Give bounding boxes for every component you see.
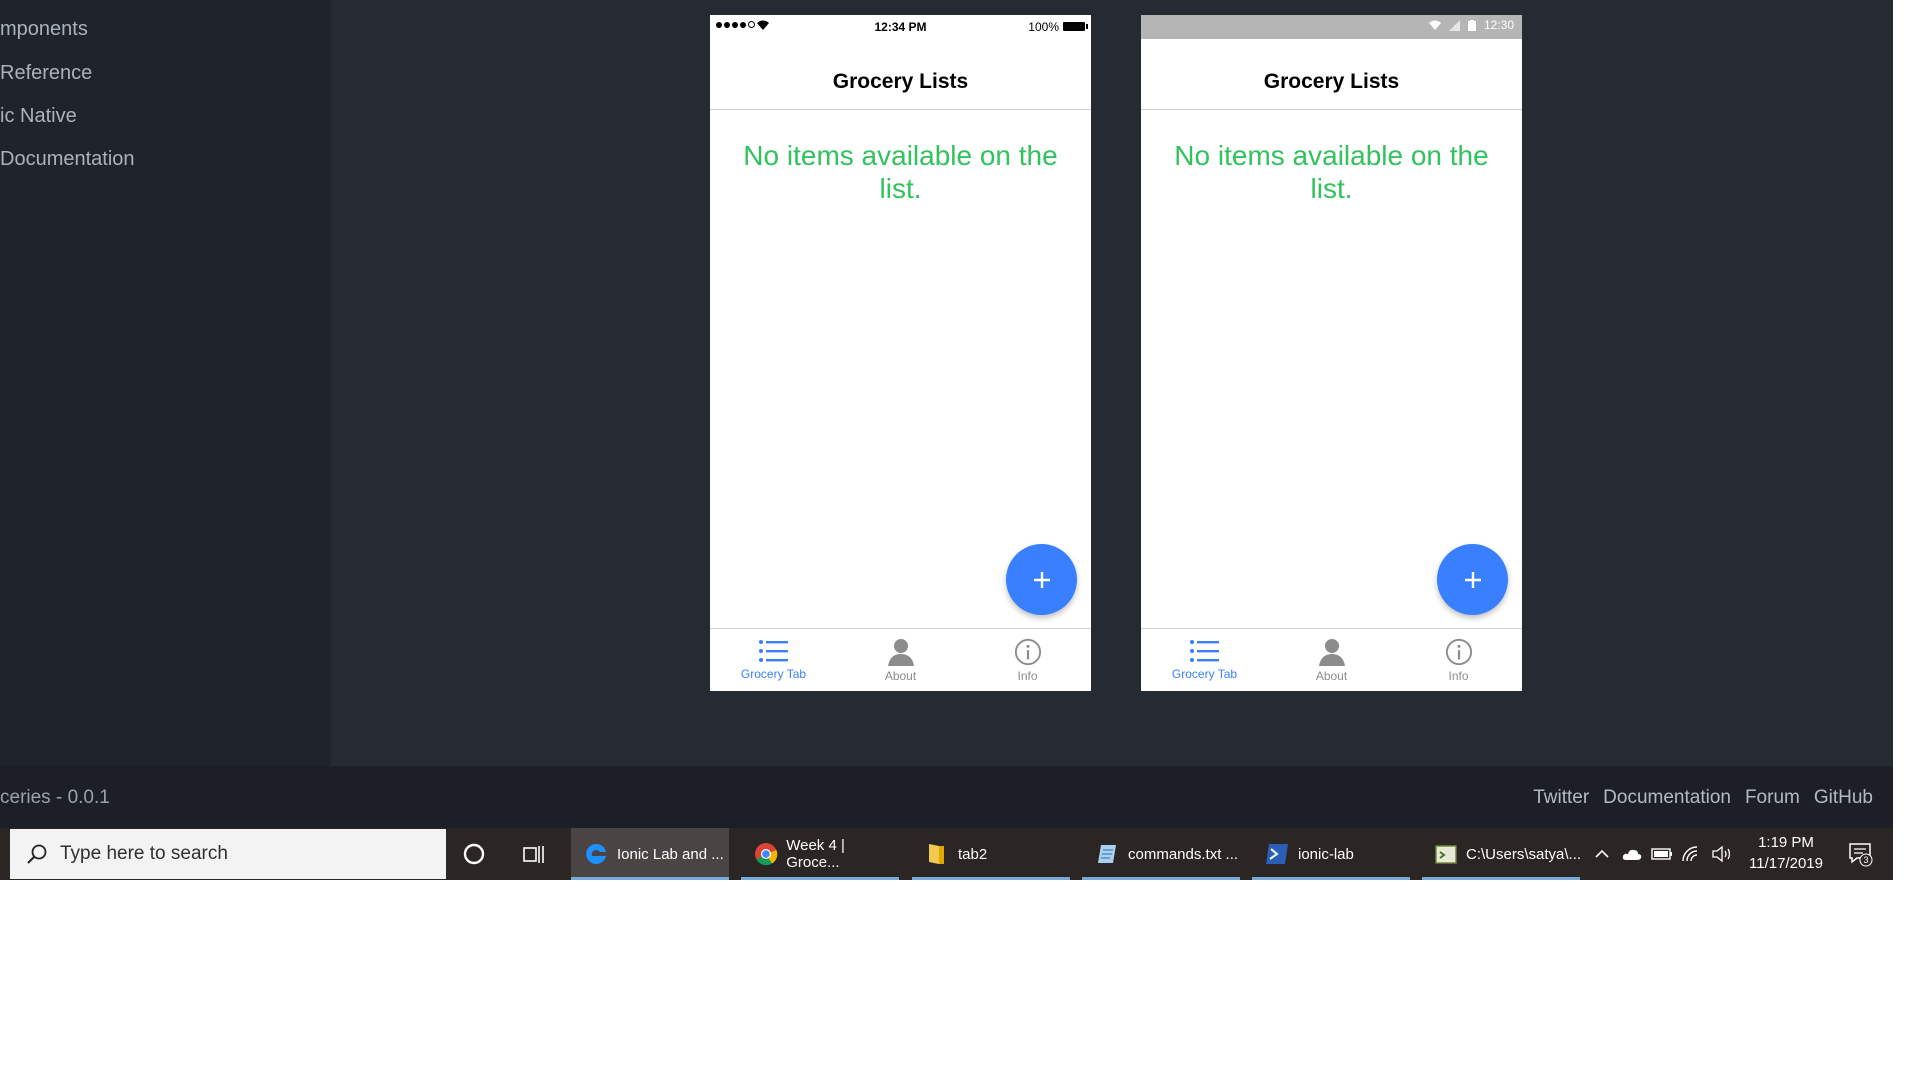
add-item-fab[interactable] — [1006, 544, 1077, 615]
folder-icon — [929, 844, 944, 864]
tab-about[interactable]: About — [837, 629, 964, 691]
tab-label: Grocery Tab — [740, 667, 807, 681]
taskbar-app-cmd[interactable]: C:\Users\satya\... — [1422, 828, 1582, 880]
taskbar-app-edge[interactable]: Ionic Lab and ... — [571, 828, 729, 880]
status-time: 12:30 — [1483, 18, 1514, 32]
footer-links: Twitter Documentation Forum GitHub — [1533, 787, 1873, 809]
chrome-icon — [754, 843, 777, 866]
signal-icon — [1448, 19, 1460, 31]
taskbar-search-box[interactable]: Type here to search — [10, 829, 446, 879]
tab-label: Info — [1448, 669, 1469, 683]
taskbar-app-label: ionic-lab — [1298, 845, 1354, 863]
tab-bar: Grocery Tab About Info — [710, 628, 1091, 691]
list-icon — [758, 640, 788, 662]
taskbar-app-notepad[interactable]: commands.txt ... — [1082, 828, 1240, 880]
cortana-icon — [463, 843, 485, 865]
add-item-fab[interactable] — [1437, 544, 1508, 615]
tab-label: Grocery Tab — [1171, 667, 1238, 681]
tab-about[interactable]: About — [1268, 629, 1395, 691]
battery-icon — [1467, 19, 1476, 31]
battery-icon[interactable] — [1651, 846, 1673, 862]
sidebar-item-ionic-native[interactable]: ic Native — [0, 105, 77, 128]
wifi-icon — [1428, 20, 1441, 30]
tab-grocery[interactable]: Grocery Tab — [1141, 629, 1268, 691]
taskbar-app-chrome[interactable]: Week 4 | Groce... — [741, 828, 899, 880]
terminal-icon — [1435, 845, 1457, 864]
search-placeholder: Type here to search — [60, 843, 228, 864]
person-icon — [1318, 639, 1345, 666]
footer: ceries - 0.0.1 Twitter Documentation For… — [0, 766, 1893, 828]
action-center-button[interactable]: 3 — [1848, 828, 1874, 880]
info-icon — [1014, 638, 1041, 666]
github-link[interactable]: GitHub — [1814, 787, 1873, 809]
battery-percent: 100% — [1028, 20, 1059, 34]
task-view-icon — [523, 846, 544, 863]
tab-info[interactable]: Info — [964, 629, 1091, 691]
tab-info[interactable]: Info — [1395, 629, 1522, 691]
edge-icon — [586, 843, 606, 864]
page-header: Grocery Lists — [1141, 39, 1522, 110]
notification-count: 3 — [1863, 855, 1868, 865]
notification-icon: 3 — [1849, 843, 1873, 867]
forum-link[interactable]: Forum — [1745, 787, 1800, 809]
taskbar-app-powershell[interactable]: ionic-lab — [1252, 828, 1410, 880]
app-version: ceries - 0.0.1 — [0, 787, 110, 808]
page-title: Grocery Lists — [1263, 70, 1400, 93]
list-icon — [1189, 640, 1219, 662]
android-phone-preview: 12:30 Grocery Lists No items available o… — [1141, 15, 1522, 691]
tab-bar: Grocery Tab About Info — [1141, 628, 1522, 691]
chevron-up-icon[interactable] — [1593, 845, 1611, 863]
taskbar-app-label: Ionic Lab and ... — [617, 845, 724, 863]
documentation-link[interactable]: Documentation — [1603, 787, 1731, 809]
taskbar-app-label: tab2 — [958, 845, 988, 863]
clock-time: 1:19 PM — [1758, 834, 1814, 851]
task-view-button[interactable] — [522, 828, 546, 880]
network-icon[interactable] — [1681, 845, 1703, 863]
plus-icon — [1033, 571, 1050, 588]
tab-label: Info — [1017, 669, 1038, 683]
empty-list-message: No items available on the list. — [1174, 140, 1489, 204]
windows-taskbar: Type here to search Ionic Lab and ... We… — [0, 828, 1893, 880]
tab-label: About — [1315, 669, 1348, 683]
sidebar-item-api-reference[interactable]: Reference — [0, 62, 92, 85]
android-status-bar: 12:30 — [1141, 15, 1522, 39]
battery-icon — [1063, 22, 1088, 31]
ionic-lab-window: mponents Reference ic Native Documentati… — [0, 0, 1893, 766]
page-title: Grocery Lists — [832, 70, 969, 93]
clock-date: 11/17/2019 — [1749, 855, 1823, 872]
powershell-icon — [1266, 844, 1288, 864]
ios-phone-preview: 12:34 PM 100% Grocery Lists No items ava… — [710, 15, 1091, 691]
taskbar-app-label: C:\Users\satya\... — [1466, 845, 1582, 863]
notepad-icon — [1098, 845, 1116, 863]
taskbar-app-label: Week 4 | Groce... — [786, 837, 845, 871]
info-icon — [1445, 638, 1472, 666]
plus-icon — [1464, 571, 1481, 588]
sidebar: mponents Reference ic Native Documentati… — [0, 0, 331, 766]
person-icon — [887, 639, 914, 666]
taskbar-app-label: commands.txt ... — [1128, 845, 1239, 863]
empty-list-message: No items available on the list. — [743, 140, 1058, 204]
twitter-link[interactable]: Twitter — [1533, 787, 1589, 809]
search-icon — [27, 844, 47, 864]
taskbar-app-explorer[interactable]: tab2 — [912, 828, 1070, 880]
taskbar-clock[interactable]: 1:19 PM 11/17/2019 — [1742, 832, 1830, 874]
sidebar-item-documentation[interactable]: Documentation — [0, 148, 135, 171]
ios-status-bar: 12:34 PM 100% — [710, 15, 1091, 39]
sidebar-item-components[interactable]: mponents — [0, 18, 88, 41]
page-header: Grocery Lists — [710, 39, 1091, 110]
onedrive-icon[interactable] — [1621, 846, 1643, 862]
cortana-button[interactable] — [462, 828, 486, 880]
tab-grocery[interactable]: Grocery Tab — [710, 629, 837, 691]
tab-label: About — [884, 669, 917, 683]
volume-icon[interactable] — [1711, 845, 1733, 863]
system-tray — [1593, 828, 1733, 880]
